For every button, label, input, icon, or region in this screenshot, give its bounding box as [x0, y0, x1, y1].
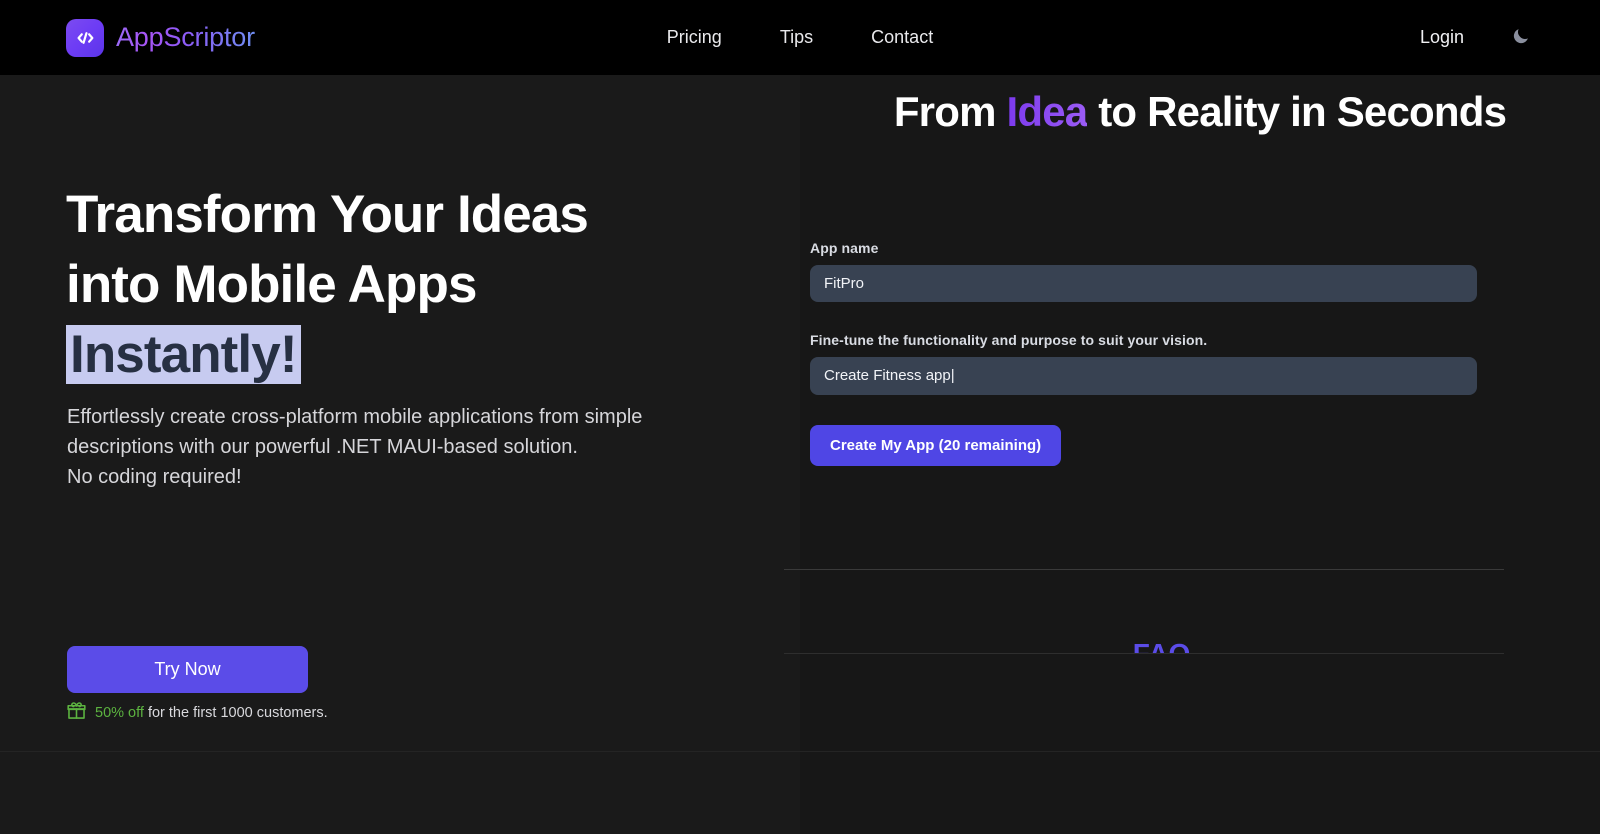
nav-item-pricing[interactable]: Pricing [638, 0, 751, 75]
generator-title-prefix: From [894, 88, 1007, 135]
hero-title-line2: into Mobile Apps [66, 255, 477, 314]
hero-title-line1: Transform Your Ideas [66, 185, 588, 244]
hero-title-highlight: Instantly! [66, 325, 301, 384]
app-generator-form: App name Fine-tune the functionality and… [810, 240, 1500, 466]
page-bottom-divider [0, 751, 1600, 752]
prompt-label: Fine-tune the functionality and purpose … [810, 332, 1500, 348]
promo-suffix: for the first 1000 customers. [144, 705, 328, 721]
site-header: AppScriptor Pricing Tips Contact Login [0, 0, 1600, 75]
app-name-input[interactable] [810, 265, 1477, 302]
hero-left-column: Transform Your Ideas into Mobile Apps In… [0, 75, 800, 834]
login-link[interactable]: Login [1420, 27, 1464, 48]
hero-description: Effortlessly create cross-platform mobil… [67, 402, 667, 492]
gift-icon [67, 701, 86, 724]
theme-toggle-button[interactable] [1508, 25, 1534, 51]
nav-item-contact[interactable]: Contact [842, 0, 962, 75]
moon-icon [1511, 26, 1531, 49]
create-app-button[interactable]: Create My App (20 remaining) [810, 425, 1061, 466]
generator-panel: From Idea to Reality in Seconds App name… [800, 75, 1600, 834]
header-actions: Login [1420, 0, 1534, 75]
brand-logo-link[interactable]: AppScriptor [66, 19, 255, 57]
faq-heading: FAQ [800, 638, 1523, 654]
hero-description-line1: Effortlessly create cross-platform mobil… [67, 406, 642, 458]
main-nav: Pricing Tips Contact [638, 0, 962, 75]
generator-title: From Idea to Reality in Seconds [870, 82, 1530, 143]
page-root: AppScriptor Pricing Tips Contact Login T… [0, 0, 1600, 834]
generator-title-suffix: to Reality in Seconds [1087, 88, 1506, 135]
promo-banner: 50% off for the first 1000 customers. [67, 701, 328, 724]
app-name-label: App name [810, 240, 1500, 256]
code-brackets-icon [66, 19, 104, 57]
prompt-field-group: Fine-tune the functionality and purpose … [810, 332, 1500, 395]
generator-title-accent: Idea [1007, 88, 1088, 135]
prompt-textarea[interactable] [810, 357, 1477, 395]
try-now-button[interactable]: Try Now [67, 646, 308, 693]
brand-name: AppScriptor [116, 22, 255, 53]
promo-text: 50% off for the first 1000 customers. [95, 705, 328, 721]
promo-discount: 50% off [95, 705, 144, 721]
faq-divider [784, 653, 1504, 654]
nav-item-tips[interactable]: Tips [751, 0, 842, 75]
panel-divider-top [784, 569, 1504, 570]
page-title: Transform Your Ideas into Mobile Apps In… [66, 180, 726, 390]
hero-description-line2: No coding required! [67, 462, 667, 492]
